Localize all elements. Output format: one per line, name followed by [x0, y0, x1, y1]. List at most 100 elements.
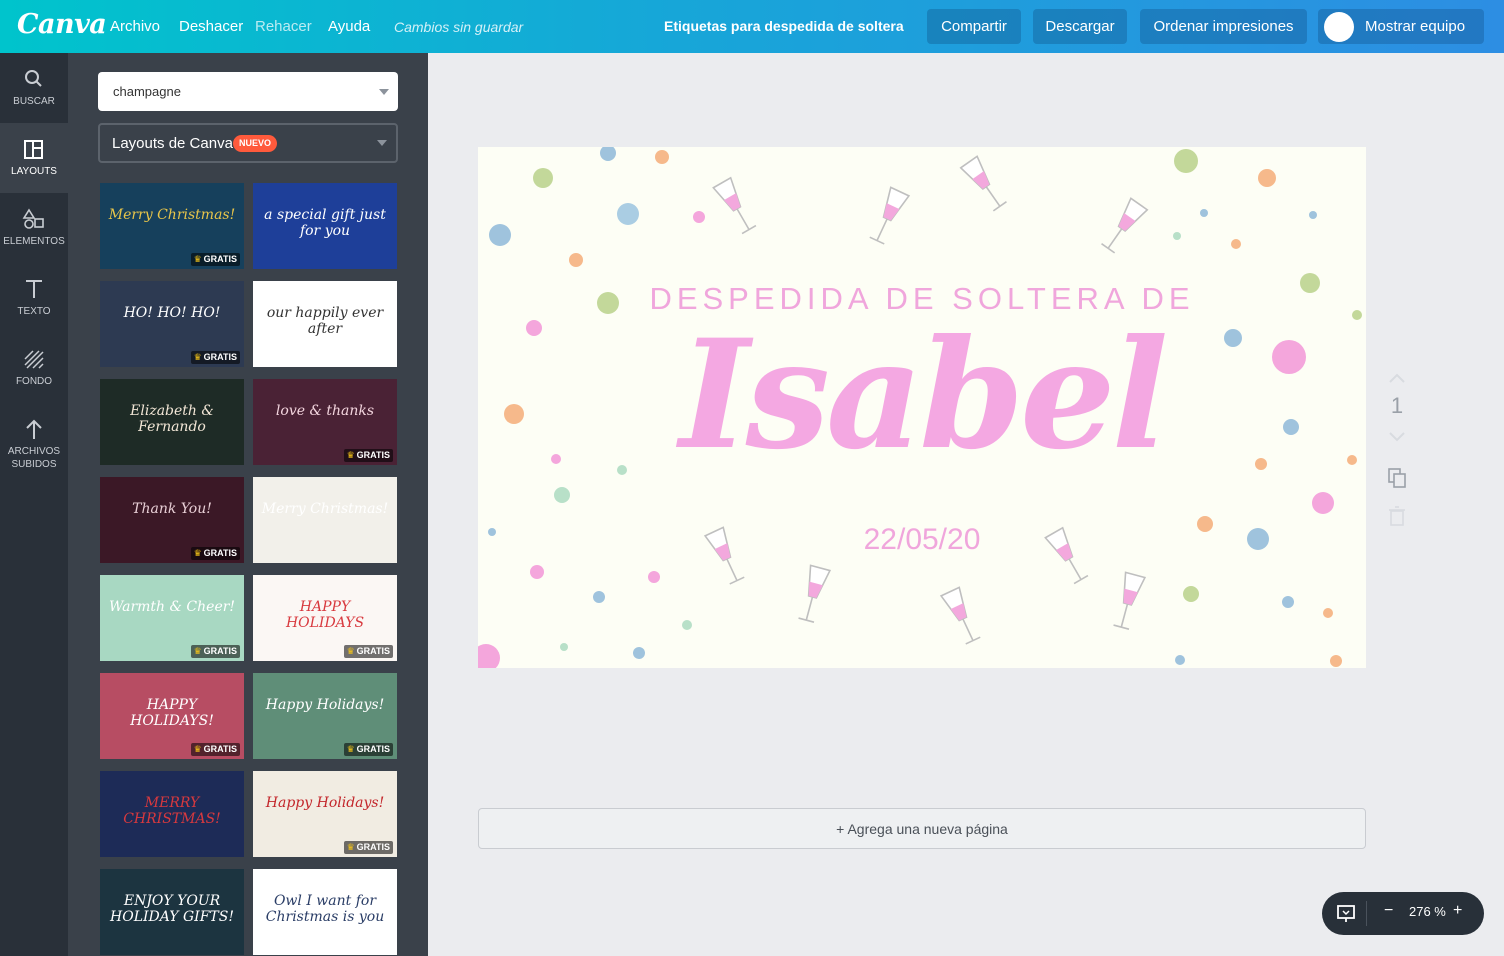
present-icon[interactable]: [1336, 904, 1356, 924]
design-name[interactable]: Isabel: [478, 315, 1366, 475]
layout-thumbnail[interactable]: MERRY CHRISTMAS!: [100, 771, 244, 857]
text-icon: [26, 280, 42, 298]
zoom-in-button[interactable]: +: [1453, 902, 1462, 920]
layout-thumbnail-text: Elizabeth & Fernando: [130, 403, 214, 435]
gratis-label: GRATIS: [356, 646, 390, 656]
layout-thumbnail[interactable]: Owl I want for Christmas is you: [253, 869, 397, 955]
show-team-label: Mostrar equipo: [1365, 18, 1466, 35]
layout-thumbnail[interactable]: love & thanks ♛ GRATIS: [253, 379, 397, 465]
layout-thumbnail-text: a special gift just for you: [264, 207, 386, 239]
layout-thumbnail[interactable]: Merry Christmas! ♛ GRATIS: [100, 183, 244, 269]
layout-thumbnail[interactable]: a special gift just for you: [253, 183, 397, 269]
layout-thumbnail[interactable]: Warmth & Cheer! ♛ GRATIS: [100, 575, 244, 661]
crown-icon: ♛: [193, 352, 202, 362]
elements-icon: [22, 208, 44, 229]
crown-icon: ♛: [346, 450, 355, 460]
layout-source-select[interactable]: Layouts de Canva NUEVO: [98, 123, 398, 163]
add-page-button[interactable]: + Agrega una nueva página: [478, 808, 1366, 849]
gratis-badge: ♛ GRATIS: [343, 645, 393, 658]
new-badge: NUEVO: [233, 135, 278, 152]
layout-thumbnail[interactable]: HAPPY HOLIDAYS ♛ GRATIS: [253, 575, 397, 661]
background-icon: [24, 350, 44, 369]
rail-search-label: BUSCAR: [13, 96, 55, 107]
crown-icon: ♛: [193, 646, 202, 656]
rail-uploads[interactable]: ARCHIVOS SUBIDOS: [0, 403, 68, 483]
gratis-badge: ♛ GRATIS: [343, 449, 393, 462]
search-value: champagne: [113, 84, 181, 99]
layout-thumbnail-text: Owl I want for Christmas is you: [265, 893, 385, 925]
menu-deshacer[interactable]: Deshacer: [179, 18, 243, 35]
rail-text[interactable]: TEXTO: [0, 263, 68, 333]
page-tools: 1: [1380, 365, 1414, 535]
rail-layouts[interactable]: LAYOUTS: [0, 123, 68, 193]
design-date[interactable]: 22/05/20: [478, 523, 1366, 557]
show-team-button[interactable]: Mostrar equipo: [1318, 9, 1484, 44]
order-prints-button[interactable]: Ordenar impresiones: [1140, 9, 1307, 44]
rail-text-label: TEXTO: [17, 306, 51, 317]
layout-thumbnail-text: HO! HO! HO!: [123, 305, 221, 321]
gratis-label: GRATIS: [203, 352, 237, 362]
chevron-down-icon: [377, 140, 387, 146]
save-status: Cambios sin guardar: [394, 19, 524, 35]
document-title[interactable]: Etiquetas para despedida de soltera: [664, 18, 904, 34]
crown-icon: ♛: [193, 548, 202, 558]
crown-icon: ♛: [193, 744, 202, 754]
layouts-panel: champagne Layouts de Canva NUEVO Merry C…: [68, 53, 428, 956]
rail-background-label: FONDO: [15, 376, 53, 387]
layout-thumbnail-text: Happy Holidays!: [265, 795, 385, 811]
search-input[interactable]: champagne: [98, 72, 398, 111]
design-canvas[interactable]: DESPEDIDA DE SOLTERA DE Isabel 22/05/20: [478, 147, 1366, 668]
layout-thumbnail-text: Merry Christmas!: [261, 501, 389, 517]
share-button[interactable]: Compartir: [927, 9, 1021, 44]
layout-thumbnail[interactable]: Elizabeth & Fernando: [100, 379, 244, 465]
download-button[interactable]: Descargar: [1033, 9, 1127, 44]
layout-thumbnail[interactable]: Happy Holidays! ♛ GRATIS: [253, 673, 397, 759]
layout-thumbnail-text: HAPPY HOLIDAYS: [285, 599, 365, 631]
menu-archivo[interactable]: Archivo: [110, 18, 160, 35]
gratis-badge: ♛ GRATIS: [343, 841, 393, 854]
gratis-label: GRATIS: [203, 254, 237, 264]
layouts-icon: [24, 140, 43, 159]
crown-icon: ♛: [346, 842, 355, 852]
layout-thumbnail[interactable]: Merry Christmas!: [253, 477, 397, 563]
gratis-label: GRATIS: [203, 548, 237, 558]
rail-search[interactable]: BUSCAR: [0, 53, 68, 123]
gratis-badge: ♛ GRATIS: [190, 547, 240, 560]
rail-background[interactable]: FONDO: [0, 333, 68, 403]
layout-thumbnail[interactable]: HAPPY HOLIDAYS! ♛ GRATIS: [100, 673, 244, 759]
layout-thumbnail[interactable]: Happy Holidays! ♛ GRATIS: [253, 771, 397, 857]
rail-uploads-label-line2: SUBIDOS: [11, 459, 57, 470]
chevron-down-icon[interactable]: [379, 89, 389, 95]
layout-thumbnail[interactable]: HO! HO! HO! ♛ GRATIS: [100, 281, 244, 367]
gratis-label: GRATIS: [356, 842, 390, 852]
menu-ayuda[interactable]: Ayuda: [328, 18, 370, 35]
layout-thumbnail[interactable]: our happily ever after: [253, 281, 397, 367]
avatar: [1324, 12, 1354, 42]
duplicate-page-icon[interactable]: [1387, 467, 1407, 489]
layout-source-value: Layouts de Canva: [112, 135, 233, 152]
layout-thumbnail[interactable]: ENJOY YOUR HOLIDAY GIFTS!: [100, 869, 244, 955]
gratis-badge: ♛ GRATIS: [190, 743, 240, 756]
layout-thumbnail-text: Happy Holidays!: [265, 697, 385, 713]
layout-thumbnail-text: ENJOY YOUR HOLIDAY GIFTS!: [110, 893, 234, 925]
zoom-level[interactable]: 276 %: [1409, 904, 1446, 919]
layout-thumbnail-text: Warmth & Cheer!: [108, 599, 236, 615]
layout-thumbnail[interactable]: Thank You! ♛ GRATIS: [100, 477, 244, 563]
rail-uploads-label: ARCHIVOS SUBIDOS: [0, 445, 68, 471]
page-up-icon[interactable]: [1387, 371, 1407, 385]
zoom-divider: [1366, 901, 1367, 926]
crown-icon: ♛: [193, 254, 202, 264]
layout-thumbnail-text: Merry Christmas!: [108, 207, 236, 223]
trash-icon[interactable]: [1388, 506, 1406, 526]
layout-thumbnail-text: Thank You!: [132, 501, 212, 517]
canva-logo[interactable]: Canva: [17, 9, 107, 40]
menu-rehacer[interactable]: Rehacer: [255, 18, 312, 35]
left-rail: BUSCAR LAYOUTS ELEMENTOS TEXTO FONDO ARC…: [0, 53, 68, 956]
gratis-badge: ♛ GRATIS: [190, 253, 240, 266]
page-down-icon[interactable]: [1387, 429, 1407, 443]
gratis-badge: ♛ GRATIS: [343, 743, 393, 756]
layout-thumbnail-text: our happily ever after: [266, 305, 384, 337]
rail-elements[interactable]: ELEMENTOS: [0, 193, 68, 263]
zoom-out-button[interactable]: −: [1384, 902, 1393, 920]
layout-thumbnail-text: love & thanks: [275, 403, 375, 419]
